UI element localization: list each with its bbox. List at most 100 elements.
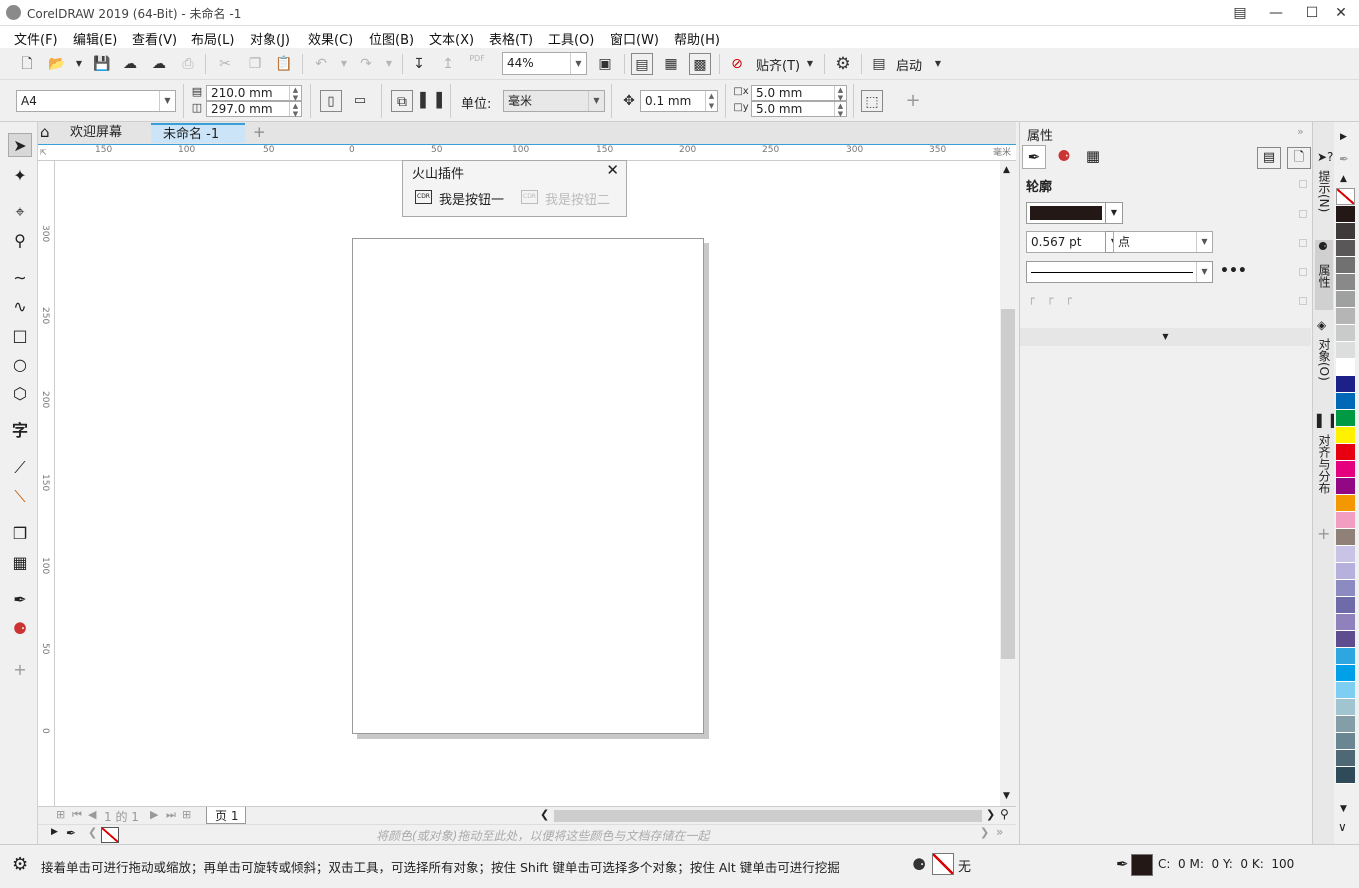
palette-scroll-left-icon[interactable]: ❮ — [88, 826, 97, 839]
docker-tab-hints[interactable]: 提示(N) — [1315, 170, 1333, 230]
palette-color-swatch[interactable] — [1336, 444, 1355, 461]
tab-welcome-screen[interactable]: 欢迎屏幕 — [58, 123, 150, 143]
status-gear-icon[interactable]: ⚙ — [12, 854, 28, 875]
menu-help[interactable]: 帮助(H) — [674, 29, 720, 48]
show-grid-icon[interactable]: ▦ — [660, 53, 682, 75]
artistic-media-tool-icon[interactable]: ∿ — [8, 295, 32, 319]
transparency-tool-icon[interactable]: ▦ — [8, 551, 32, 575]
menu-effects[interactable]: 效果(C) — [308, 29, 353, 48]
outline-width-field[interactable]: 0.567 pt — [1026, 231, 1106, 253]
section-toggle-icon[interactable] — [1299, 210, 1307, 218]
scroll-left-icon[interactable]: ❮ — [540, 808, 549, 821]
palette-color-swatch[interactable] — [1336, 274, 1355, 291]
add-page-before-icon[interactable]: ⊞ — [56, 808, 65, 821]
palette-color-swatch[interactable] — [1336, 359, 1355, 376]
launch-dropdown[interactable]: 启动 — [896, 55, 922, 74]
open-folder-icon[interactable]: 📂 — [46, 53, 68, 75]
open-dropdown-icon[interactable]: ▼ — [68, 53, 90, 75]
text-tool-icon[interactable]: 字 — [8, 419, 32, 443]
palette-eyedropper-icon[interactable]: ✒ — [1339, 152, 1349, 166]
outline-color-status-swatch[interactable] — [1131, 854, 1153, 876]
next-page-icon[interactable]: ▶ — [150, 808, 158, 821]
cut-icon[interactable]: ✂ — [214, 53, 236, 75]
save-icon[interactable]: 💾 — [91, 53, 113, 75]
menu-object[interactable]: 对象(J) — [250, 29, 290, 48]
ruler-corner-icon[interactable]: ⇱ — [40, 148, 47, 157]
palette-color-swatch[interactable] — [1336, 427, 1355, 444]
palette-expand-down-icon[interactable]: ∨ — [1338, 820, 1347, 834]
docker-layout-icon[interactable]: ▤ — [1257, 147, 1281, 169]
zoom-navigator-icon[interactable]: ⚲ — [1000, 807, 1009, 821]
palette-color-swatch[interactable] — [1336, 495, 1355, 512]
plugin-button-two[interactable]: CDR 我是按钮二 — [519, 188, 624, 208]
menu-window[interactable]: 窗口(W) — [610, 29, 659, 48]
menu-bitmaps[interactable]: 位图(B) — [369, 29, 414, 48]
palette-color-swatch[interactable] — [1336, 631, 1355, 648]
palette-color-swatch[interactable] — [1336, 546, 1355, 563]
line-style-select[interactable]: ▼ — [1026, 261, 1213, 283]
section-toggle-icon[interactable] — [1299, 239, 1307, 247]
units-select[interactable]: 毫米 ▼ — [503, 90, 605, 112]
quick-customize-icon[interactable]: + — [8, 658, 32, 682]
close-button[interactable]: ✕ — [1323, 0, 1359, 26]
redo-dropdown-icon[interactable]: ▼ — [378, 53, 400, 75]
zoom-to-page-icon[interactable]: ▣ — [594, 53, 616, 75]
scroll-right-icon[interactable]: ❯ — [986, 808, 995, 821]
palette-color-swatch[interactable] — [1336, 682, 1355, 699]
scroll-down-icon[interactable]: ▼ — [1003, 791, 1010, 801]
document-page[interactable] — [352, 238, 704, 734]
scroll-up-icon[interactable]: ▲ — [1003, 165, 1010, 175]
nudge-distance-field[interactable]: 0.1 mm ▲ ▼ — [640, 90, 718, 112]
eyedropper-tool-icon[interactable]: ✒ — [8, 588, 32, 612]
palette-no-color-swatch[interactable] — [1336, 188, 1355, 205]
palette-color-swatch[interactable] — [1336, 393, 1355, 410]
show-guidelines-icon[interactable]: ▩ — [689, 53, 711, 75]
palette-color-swatch[interactable] — [1336, 223, 1355, 240]
undo-icon[interactable]: ↶ — [310, 53, 332, 75]
color-eyedropper-icon[interactable]: ✒ — [66, 826, 76, 840]
palette-color-swatch[interactable] — [1336, 410, 1355, 427]
palette-color-swatch[interactable] — [1336, 750, 1355, 767]
snap-to-dropdown[interactable]: 贴齐(T) — [756, 55, 800, 74]
docker-expand-icon[interactable]: » — [1297, 125, 1304, 138]
palette-color-swatch[interactable] — [1336, 342, 1355, 359]
fill-bucket-icon[interactable]: ⚈ — [1052, 145, 1076, 169]
section-toggle-icon[interactable] — [1299, 297, 1307, 305]
connector-tool-icon[interactable]: ⟍ — [8, 485, 32, 509]
freehand-tool-icon[interactable]: ∼ — [8, 266, 32, 290]
color-palette[interactable]: ▶ ✒ ▲ ▼ ∨ — [1334, 122, 1359, 844]
snap-dropdown-icon[interactable]: ▼ — [799, 53, 821, 75]
drop-shadow-tool-icon[interactable]: ❒ — [8, 522, 32, 546]
crop-tool-icon[interactable]: ⌖ — [8, 200, 32, 224]
outline-unit-select[interactable]: 点 ▼ — [1113, 231, 1213, 253]
minimize-button[interactable]: — — [1258, 0, 1294, 26]
paste-icon[interactable]: 📋 — [273, 53, 295, 75]
palette-color-swatch[interactable] — [1336, 325, 1355, 342]
add-toolbar-icon[interactable]: + — [902, 90, 924, 112]
duplicate-x-field[interactable]: 5.0 mm ▲ ▼ — [751, 85, 847, 102]
menu-text[interactable]: 文本(X) — [429, 29, 474, 48]
print-icon[interactable]: ⎙ — [177, 53, 199, 75]
outline-pen-icon[interactable]: ✒ — [1022, 145, 1046, 169]
plugin-close-icon[interactable]: ✕ — [606, 161, 619, 179]
new-tab-icon[interactable]: + — [248, 123, 268, 143]
menu-table[interactable]: 表格(T) — [489, 29, 533, 48]
palette-color-swatch[interactable] — [1336, 614, 1355, 631]
zoom-tool-icon[interactable]: ⚲ — [8, 229, 32, 253]
transparency-checker-icon[interactable]: ▦ — [1081, 145, 1105, 169]
fill-none-swatch[interactable] — [932, 853, 954, 875]
horizontal-scroll-thumb[interactable] — [554, 810, 982, 822]
all-pages-icon[interactable]: ⧉ — [391, 90, 413, 112]
corner-style-icons[interactable]: ┌┌┌ — [1028, 292, 1084, 305]
page-width-field[interactable]: 210.0 mm ▲ ▼ — [206, 85, 302, 102]
palette-menu-icon[interactable]: ▶ — [51, 827, 58, 837]
palette-color-swatch[interactable] — [1336, 716, 1355, 733]
expand-section-icon[interactable]: ▼ — [1020, 328, 1311, 346]
palette-color-swatch[interactable] — [1336, 240, 1355, 257]
options-gear-icon[interactable]: ⚙ — [832, 53, 854, 75]
menu-view[interactable]: 查看(V) — [132, 29, 177, 48]
plugin-button-one[interactable]: CDR 我是按钮一 — [413, 188, 523, 208]
palette-color-swatch[interactable] — [1336, 529, 1355, 546]
outline-color-dropdown-icon[interactable]: ▼ — [1105, 202, 1123, 224]
add-docker-icon[interactable]: + — [1317, 524, 1330, 543]
